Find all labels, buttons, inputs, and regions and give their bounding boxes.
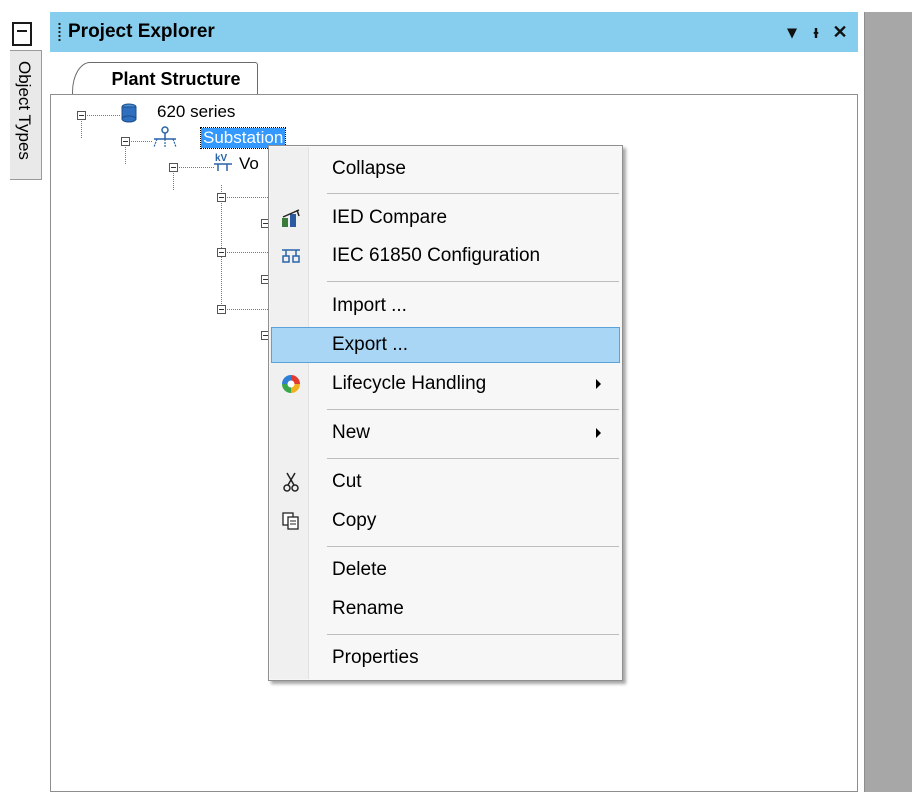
lifecycle-icon (282, 375, 300, 393)
menu-item-import[interactable]: Import ... (271, 288, 620, 324)
tree-connector (87, 115, 121, 116)
tree-connector (227, 309, 269, 310)
menu-separator (327, 193, 619, 194)
close-icon[interactable]: ✕ (830, 20, 850, 44)
menu-item-label: IED Compare (332, 207, 448, 228)
scissors-icon (283, 472, 299, 492)
menu-item-ied-compare[interactable]: IED Compare (271, 200, 620, 236)
iec-61850-icon (282, 249, 300, 263)
menu-item-label: Cut (332, 471, 362, 492)
menu-item-iec-61850-configuration[interactable]: IEC 61850 Configuration (271, 238, 620, 274)
tree-node-620-series[interactable]: 620 series (157, 102, 235, 122)
substation-icon (153, 126, 177, 148)
svg-text:kV: kV (215, 153, 228, 164)
tab-plant-structure-label: Plant Structure (111, 69, 241, 89)
right-empty-area (858, 12, 912, 792)
menu-item-new[interactable]: New (271, 415, 620, 451)
menu-separator (327, 281, 619, 282)
side-tab-strip: Object Types (0, 0, 46, 792)
menu-item-delete[interactable]: Delete (271, 552, 620, 588)
tab-row: Plant Structure (50, 52, 858, 95)
menu-item-properties[interactable]: Properties (271, 640, 620, 676)
panel-title: Project Explorer (68, 21, 215, 42)
menu-item-label: Import ... (332, 295, 407, 316)
menu-item-label: Delete (332, 559, 387, 580)
tree-connector (173, 173, 174, 191)
submenu-arrow-icon (596, 379, 601, 389)
panel-titlebar[interactable]: Project Explorer ▾ ᵻ ✕ (50, 12, 858, 52)
menu-item-export[interactable]: Export ... (271, 327, 620, 363)
tree-connector (227, 252, 269, 253)
tree-connector (131, 141, 153, 142)
object-types-tab[interactable]: Object Types (10, 50, 42, 180)
menu-separator (327, 546, 619, 547)
database-icon (121, 103, 137, 123)
copy-icon (282, 512, 299, 530)
menu-item-collapse[interactable]: Collapse (271, 151, 620, 187)
collapse-toggle[interactable] (121, 137, 130, 146)
pin-icon[interactable]: ᵻ (806, 20, 826, 44)
tree-connector (81, 121, 82, 139)
collapse-toggle[interactable] (217, 248, 226, 257)
menu-item-cut[interactable]: Cut (271, 464, 620, 500)
menu-item-rename[interactable]: Rename (271, 591, 620, 627)
collapse-toggle[interactable] (217, 193, 226, 202)
menu-item-label: Copy (332, 510, 377, 531)
context-menu: Collapse IED Compare IEC 61850 Configura… (268, 145, 623, 681)
menu-item-label: Export ... (332, 334, 409, 355)
voltage-level-icon: kV (214, 153, 232, 171)
menu-item-copy[interactable]: Copy (271, 503, 620, 539)
drag-grip-icon[interactable] (58, 22, 61, 42)
tree-connector (125, 147, 126, 165)
collapse-toggle[interactable] (217, 305, 226, 314)
menu-item-lifecycle-handling[interactable]: Lifecycle Handling (271, 366, 620, 402)
collapse-toggle[interactable] (169, 163, 178, 172)
tab-plant-structure[interactable]: Plant Structure (72, 62, 258, 95)
menu-item-label: Lifecycle Handling (332, 373, 487, 394)
menu-separator (327, 634, 619, 635)
tree-connector (179, 167, 215, 168)
ied-compare-icon (282, 209, 300, 227)
collapse-toggle[interactable] (77, 111, 86, 120)
menu-item-label: Rename (332, 598, 404, 619)
object-types-tab-label: Object Types (15, 61, 34, 160)
tree-node-voltage-level[interactable]: Vo (239, 154, 259, 174)
menu-separator (327, 458, 619, 459)
menu-item-label: Collapse (332, 158, 406, 179)
submenu-arrow-icon (596, 428, 601, 438)
menu-item-label: Properties (332, 647, 419, 668)
tree-connector (227, 197, 269, 198)
menu-item-label: New (332, 422, 371, 443)
menu-separator (327, 409, 619, 410)
dropdown-arrow-icon[interactable]: ▾ (782, 20, 802, 44)
menu-item-label: IEC 61850 Configuration (332, 245, 541, 266)
window-pin-icon[interactable] (12, 22, 32, 46)
